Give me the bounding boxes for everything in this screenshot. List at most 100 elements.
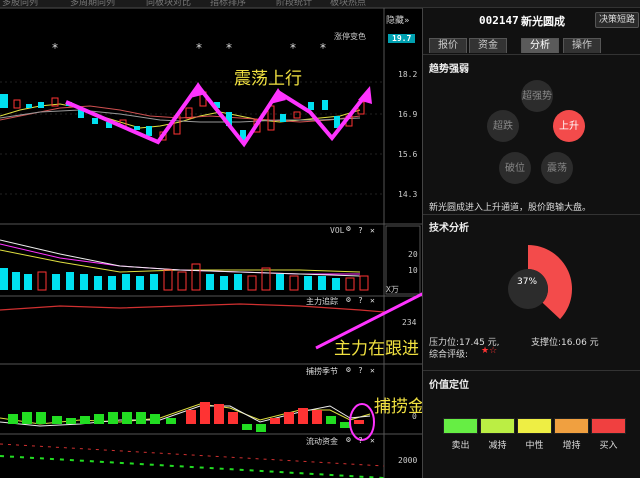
flow-red-dashed: [0, 443, 385, 467]
buhuo-bars: [8, 402, 364, 432]
flow-green-dashed: [0, 455, 385, 478]
tabs-divider: [423, 54, 640, 55]
vol-scale-label: 20: [408, 250, 418, 259]
close-icon[interactable]: ✕: [370, 436, 375, 445]
kline-chart-area[interactable]: 涨停变色 19.7 18.2 16.9 15.6 14.3 * * * * * …: [0, 8, 442, 478]
trend-summary: 新光圆成进入上升通道，股价跑输大盘。: [429, 203, 592, 213]
flow-label[interactable]: 流动资金: [306, 436, 338, 447]
gear-icon[interactable]: ⚙: [346, 224, 351, 233]
flow-value: 2000: [398, 456, 418, 465]
zhuli-value: 234: [402, 318, 417, 327]
menu-item-stage-stats[interactable]: 阶段统计: [276, 0, 312, 8]
candle: [322, 100, 328, 110]
help-icon[interactable]: ?: [358, 296, 363, 305]
analysis-panel: 002147 新光圆成 决策短路 报价 资金 分析 操作 趋势强弱 超强势 超跌…: [422, 8, 640, 478]
candle: [134, 126, 140, 130]
annotation-trend: 震荡上行: [234, 69, 302, 89]
rating-label-sell: 卖出: [451, 441, 470, 451]
zigzag-trend-annotation: [65, 82, 370, 148]
price-label: 14.3: [398, 190, 418, 199]
menu-item-indicator-sort[interactable]: 指标排序: [210, 0, 246, 8]
candle: [280, 114, 286, 122]
technical-gauge: [508, 245, 572, 320]
technical-title: 技术分析: [429, 223, 469, 234]
rating-stars: ★☆: [481, 346, 498, 356]
candle: [0, 94, 8, 108]
tab-quote[interactable]: 报价: [429, 38, 467, 53]
stock-name: 新光圆成: [521, 15, 565, 28]
tab-funds[interactable]: 资金: [469, 38, 507, 53]
vol-ma-yellow: [0, 249, 361, 273]
star-mark: *: [290, 41, 296, 55]
tab-analysis[interactable]: 分析: [521, 38, 559, 53]
rating-segment-add: [554, 418, 589, 434]
zhuli-label[interactable]: 主力追踪: [306, 296, 338, 307]
rating-segment-reduce: [480, 418, 515, 434]
candle: [92, 118, 98, 124]
rating-segment-buy: [591, 418, 626, 434]
star-mark: *: [196, 41, 202, 55]
trend-strength-title: 趋势强弱: [429, 64, 469, 75]
top-menu-bar: 多股同列 多周期同列 同板块对比 指标排序 阶段统计 板块热点: [0, 0, 640, 8]
buhuo-label[interactable]: 捕捞季节: [306, 366, 338, 377]
main-indicator-label[interactable]: 涨停变色: [334, 31, 366, 42]
menu-item-sector-hotspot[interactable]: 板块热点: [330, 0, 366, 8]
section-divider: [423, 370, 640, 371]
price-label: 18.2: [398, 70, 418, 79]
value-rating-bar: 卖出 减持 中性 增持 买入: [443, 418, 627, 451]
close-icon[interactable]: ✕: [370, 226, 375, 235]
help-icon[interactable]: ?: [358, 436, 363, 445]
gear-icon[interactable]: ⚙: [346, 365, 351, 374]
support-level: 支撑位:16.06 元: [531, 338, 599, 348]
close-icon[interactable]: ✕: [370, 366, 375, 375]
trend-option-breakdown[interactable]: 破位: [499, 152, 531, 184]
help-icon[interactable]: ?: [358, 226, 363, 235]
price-label: 16.9: [398, 110, 418, 119]
technical-percent: 37%: [517, 277, 538, 287]
current-price-tag: 19.7: [388, 34, 416, 43]
candle: [146, 126, 152, 136]
rating-segment-neutral: [517, 418, 552, 434]
tab-operation[interactable]: 操作: [563, 38, 601, 53]
menu-item-multi-stock[interactable]: 多股同列: [2, 0, 38, 8]
trend-option-oversold[interactable]: 超跌: [487, 110, 519, 142]
candle: [267, 105, 275, 131]
star-mark: *: [226, 41, 232, 55]
decision-button[interactable]: 决策短路: [594, 12, 639, 28]
gear-icon[interactable]: ⚙: [346, 435, 351, 444]
menu-item-multi-period[interactable]: 多周期同列: [70, 0, 115, 8]
candle: [308, 102, 314, 110]
trend-option-super-strong[interactable]: 超强势: [521, 80, 553, 112]
section-divider: [423, 214, 640, 215]
value-position-title: 价值定位: [429, 380, 469, 391]
rating-label-reduce: 减持: [488, 441, 507, 451]
stock-header: 002147 新光圆成 决策短路: [423, 12, 640, 30]
trend-option-oscillation[interactable]: 震荡: [541, 152, 573, 184]
menu-item-sector-compare[interactable]: 同板块对比: [146, 0, 191, 8]
candle: [38, 102, 44, 108]
gauge-center: [508, 269, 548, 309]
rating-label-neutral: 中性: [525, 441, 544, 451]
hide-label: 隐藏: [386, 16, 405, 26]
candle: [13, 99, 21, 109]
rating-segment-sell: [443, 418, 478, 434]
gear-icon[interactable]: ⚙: [346, 295, 351, 304]
vol-label[interactable]: VOL: [330, 226, 344, 235]
star-mark: *: [320, 41, 326, 55]
candle: [185, 107, 193, 119]
hide-panel-toggle[interactable]: 隐藏»: [386, 13, 410, 27]
annotation-main-force: 主力在跟进: [334, 339, 419, 359]
volume-bars: [0, 263, 369, 291]
rating-label-add: 增持: [562, 441, 581, 451]
trend-option-rising[interactable]: 上升: [553, 110, 585, 142]
candle: [293, 111, 301, 119]
help-icon[interactable]: ?: [358, 366, 363, 375]
price-label: 15.6: [398, 150, 418, 159]
stock-code: 002147: [479, 14, 519, 27]
star-mark: *: [52, 41, 58, 55]
kline-chart-svg[interactable]: [0, 8, 422, 478]
double-chevron-icon: »: [404, 16, 410, 26]
candles: [0, 91, 365, 142]
overall-rating-label: 综合评级:: [429, 350, 469, 360]
close-icon[interactable]: ✕: [370, 296, 375, 305]
